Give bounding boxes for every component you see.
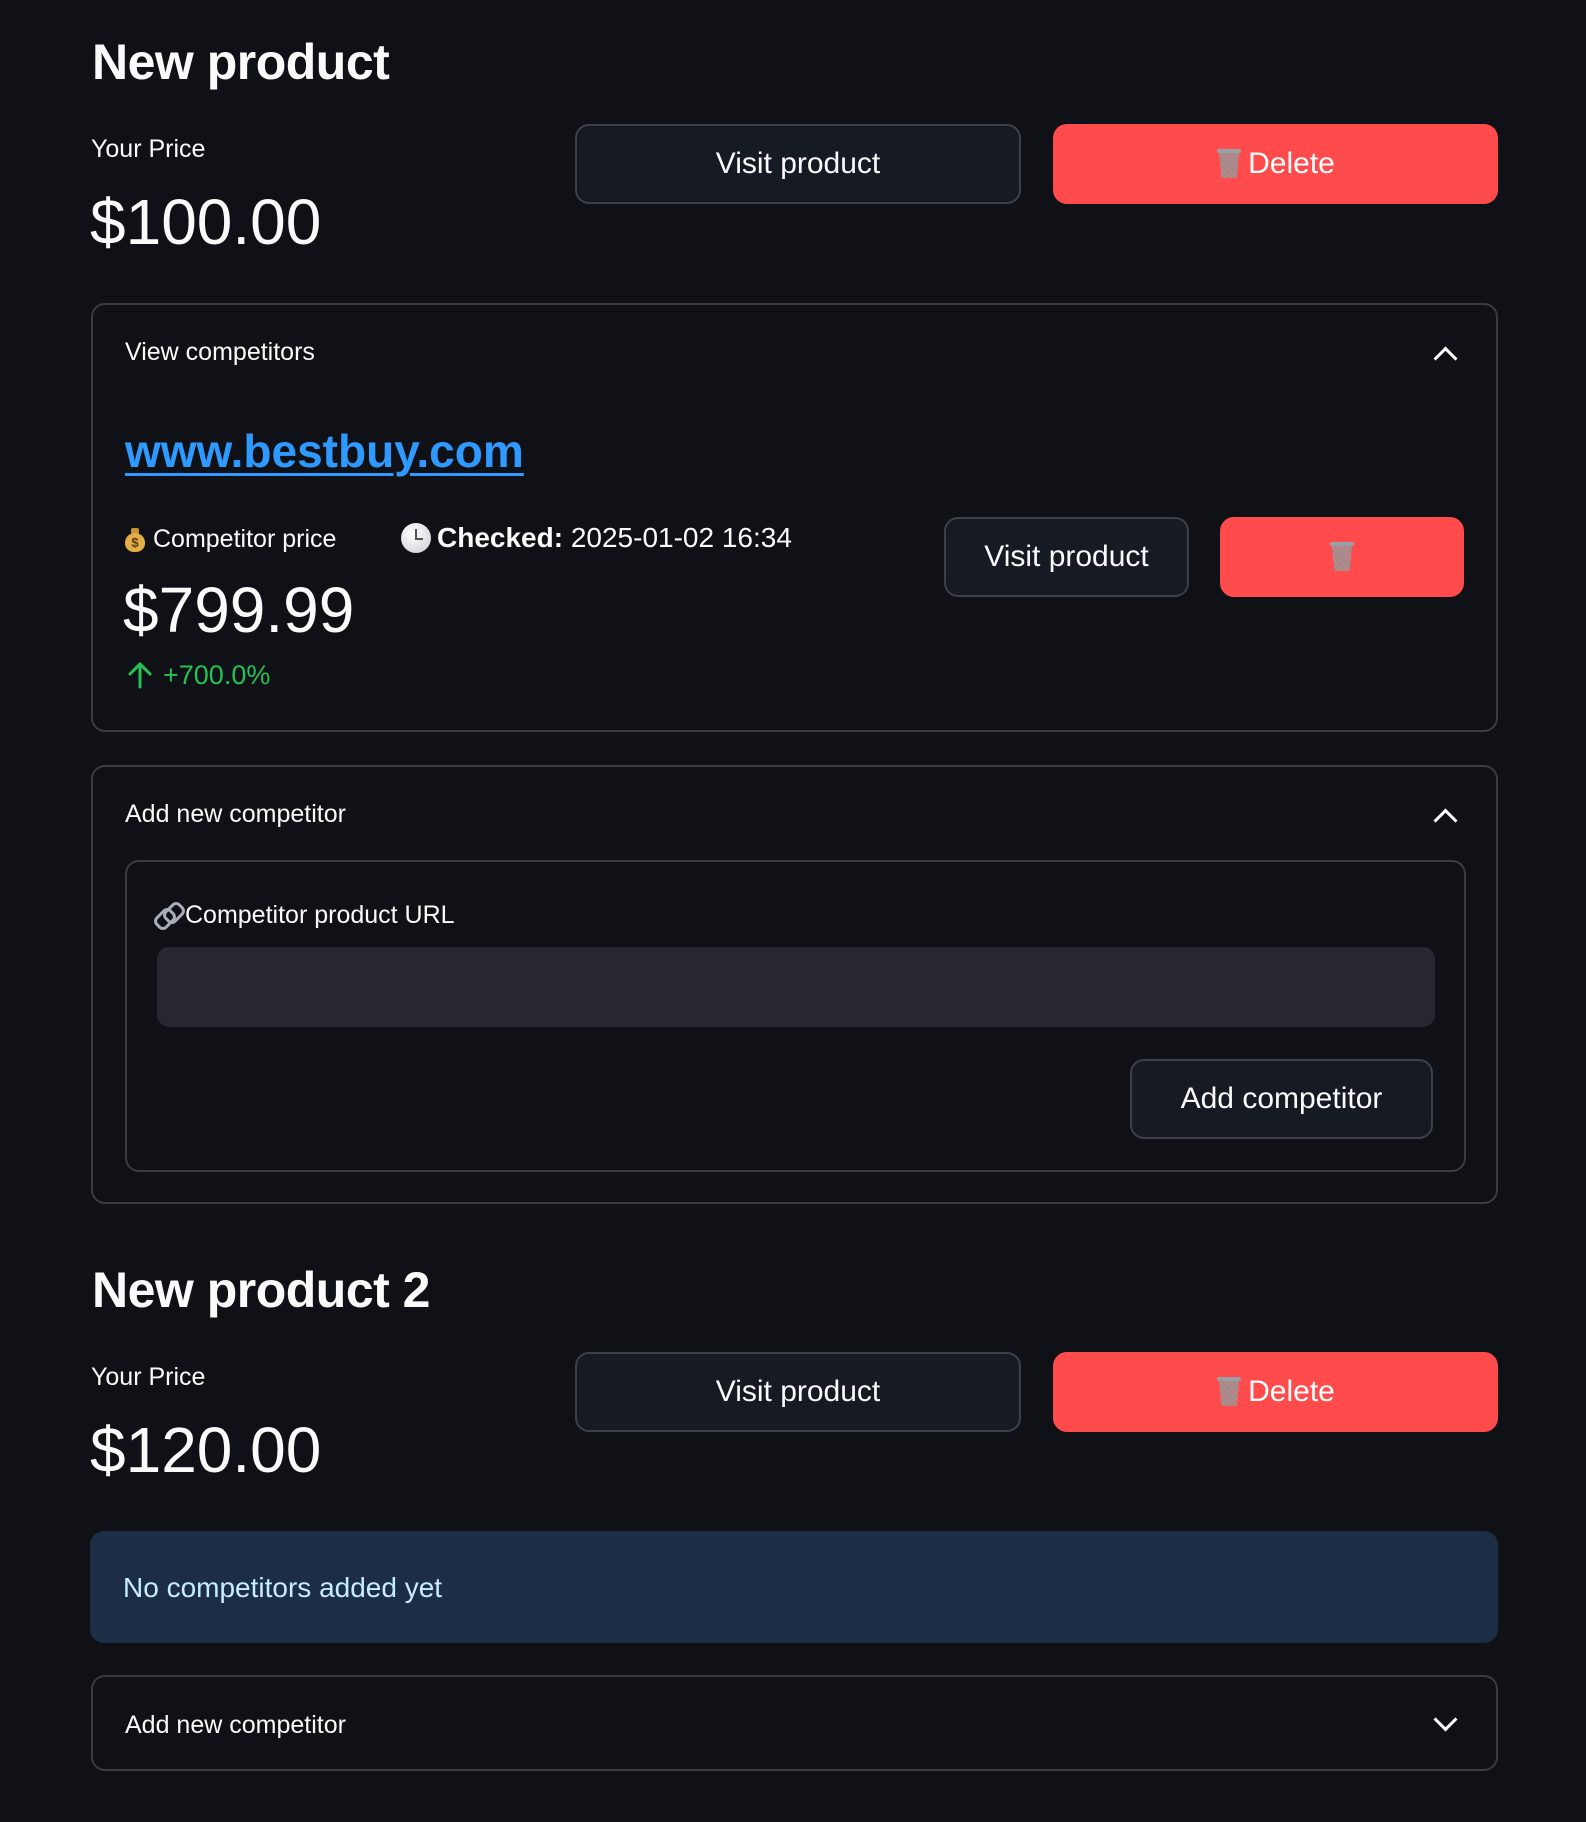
money-bag-icon [125,527,145,552]
delete-label: Delete [1248,147,1335,180]
no-competitors-info: No competitors added yet [90,1531,1498,1643]
wastebasket-icon [1216,149,1242,179]
checked-value: 2025-01-02 16:34 [570,522,792,553]
competitor-url-input[interactable] [157,947,1435,1027]
clock-icon [401,523,431,553]
expander-title: Add new competitor [125,800,346,828]
info-message: No competitors added yet [123,1572,443,1603]
price-delta: +700.0% [127,661,270,689]
view-competitors-header[interactable]: View competitors [93,305,1496,395]
competitor-price-value: $799.99 [123,574,355,646]
visit-competitor-label: Visit product [984,540,1149,573]
wastebasket-icon [1329,542,1355,572]
product-title: New product [92,34,390,90]
delete-label: Delete [1248,1375,1335,1408]
wastebasket-icon [1216,1377,1242,1407]
add-competitor-expander[interactable]: Add new competitor [91,1675,1498,1771]
visit-product-button[interactable]: Visit product [575,1352,1021,1432]
expander-title: Add new competitor [125,1711,346,1739]
expander-title: View competitors [125,338,315,366]
add-competitor-expander: Add new competitor Competitor product UR… [91,765,1498,1204]
checked-label: Checked: [437,522,564,553]
visit-product-button[interactable]: Visit product [575,124,1021,204]
url-field-label-text: Competitor product URL [185,900,455,929]
price-delta-value: +700.0% [163,659,271,690]
url-field-label: Competitor product URL [155,902,455,928]
competitor-price-label-text: Competitor price [153,525,337,553]
competitor-site-link[interactable]: www.bestbuy.com [125,428,524,474]
your-price-label: Your Price [91,135,206,163]
visit-product-label: Visit product [715,147,881,180]
add-competitor-label: Add competitor [1180,1082,1383,1115]
add-competitor-header[interactable]: Add new competitor [93,767,1496,857]
your-price-value: $120.00 [90,1414,322,1486]
delete-product-button[interactable]: Delete [1053,1352,1498,1432]
your-price-label: Your Price [91,1363,206,1391]
add-competitor-button[interactable]: Add competitor [1130,1059,1433,1139]
delete-product-button[interactable]: Delete [1053,124,1498,204]
product-title: New product 2 [92,1262,430,1318]
link-icon [155,902,181,928]
checked-timestamp: Checked: 2025-01-02 16:34 [401,523,792,553]
visit-competitor-button[interactable]: Visit product [944,517,1189,597]
your-price-value: $100.00 [90,186,322,258]
competitor-price-label: Competitor price [125,527,336,552]
add-competitor-form: Competitor product URL Add competitor [125,860,1466,1172]
chevron-up-icon [1433,808,1458,833]
view-competitors-expander: View competitors www.bestbuy.com Competi… [91,303,1498,732]
chevron-down-icon [1433,1707,1458,1732]
delete-competitor-button[interactable] [1220,517,1464,597]
chevron-up-icon [1433,346,1458,371]
visit-product-label: Visit product [715,1375,881,1408]
arrow-up-icon [128,661,152,689]
